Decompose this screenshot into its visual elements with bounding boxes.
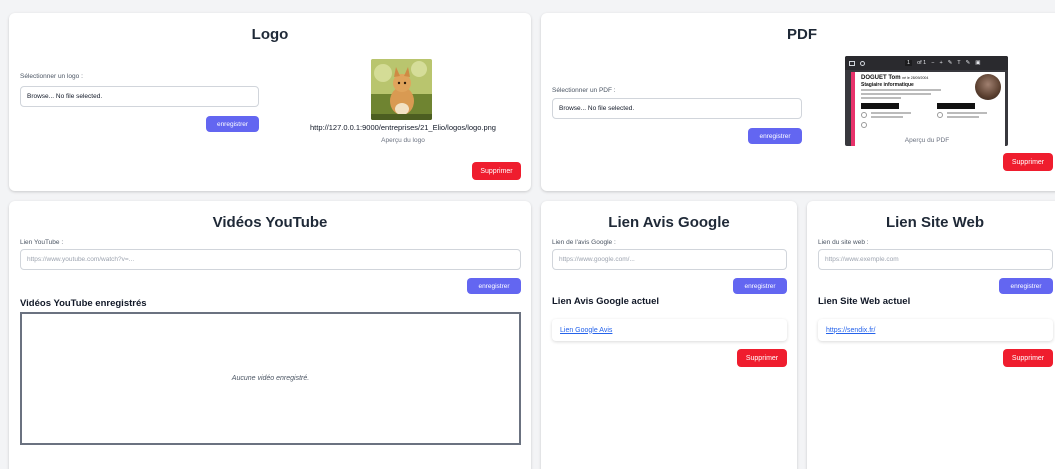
- website-link-label: Lien du site web :: [818, 239, 869, 246]
- google-current-heading: Lien Avis Google actuel: [552, 296, 659, 307]
- google-link-label: Lien de l'avis Google :: [552, 239, 616, 246]
- google-save-button[interactable]: enregistrer: [733, 278, 787, 294]
- pdf-card: PDF Sélectionner un PDF : Browse... No f…: [541, 13, 1055, 191]
- google-current-link-box: Lien Google Avis: [552, 319, 787, 341]
- youtube-save-button[interactable]: enregistrer: [467, 278, 521, 294]
- pdf-page: DOGUET Tom né le 28/09/2004 Stagiaire in…: [851, 72, 1005, 146]
- google-card-title: Lien Avis Google: [608, 214, 730, 231]
- google-delete-button[interactable]: Supprimer: [737, 349, 787, 367]
- logo-delete-button[interactable]: Supprimer: [472, 162, 521, 180]
- website-current-heading: Lien Site Web actuel: [818, 296, 911, 307]
- youtube-empty-text: Aucune vidéo enregistré.: [231, 375, 310, 382]
- youtube-link-label: Lien YouTube :: [20, 239, 64, 246]
- logo-preview-caption: Aperçu du logo: [381, 137, 425, 144]
- sidebar-toggle-icon[interactable]: [849, 60, 855, 66]
- youtube-card-title: Vidéos YouTube: [212, 214, 328, 231]
- logo-select-label: Sélectionner un logo :: [20, 73, 83, 80]
- search-icon[interactable]: [860, 60, 865, 66]
- pdf-doc-avatar: [975, 74, 1001, 100]
- youtube-video-list: Aucune vidéo enregistré.: [20, 312, 521, 445]
- logo-preview-image: [371, 59, 432, 120]
- google-review-card: Lien Avis Google Lien de l'avis Google :…: [541, 201, 797, 469]
- logo-path-text: http://127.0.0.1:9000/entreprises/21_Eli…: [310, 123, 496, 132]
- pdf-viewer-toolbar: 1 of 1 − + ✎ T ✎ ▣: [845, 56, 1008, 70]
- zoom-in-icon[interactable]: +: [939, 60, 942, 66]
- zoom-out-icon[interactable]: −: [931, 60, 934, 66]
- website-delete-button[interactable]: Supprimer: [1003, 349, 1053, 367]
- pdf-viewer[interactable]: 1 of 1 − + ✎ T ✎ ▣ DOGUET Tom né le 28/0…: [845, 56, 1008, 146]
- pdf-doc-role: Stagiaire informatique: [861, 82, 914, 88]
- pdf-page-total: of 1: [917, 60, 927, 66]
- pdf-delete-button[interactable]: Supprimer: [1003, 153, 1053, 171]
- pdf-save-button[interactable]: enregistrer: [748, 128, 802, 144]
- image-icon[interactable]: ▣: [975, 60, 980, 66]
- youtube-link-input[interactable]: https://www.youtube.com/watch?v=...: [20, 249, 521, 270]
- pdf-doc-born: né le 28/09/2004: [902, 76, 929, 80]
- pdf-preview-caption: Aperçu du PDF: [904, 137, 950, 144]
- highlight-icon[interactable]: ✎: [948, 60, 953, 66]
- website-current-link[interactable]: https://sendix.fr/: [826, 327, 875, 334]
- youtube-saved-heading: Vidéos YouTube enregistrés: [20, 298, 147, 309]
- pdf-doc-name: DOGUET Tom: [861, 75, 901, 81]
- logo-card: Logo Sélectionner un logo : Browse... No…: [9, 13, 531, 191]
- website-save-button[interactable]: enregistrer: [999, 278, 1053, 294]
- website-link-input[interactable]: https://www.exemple.com: [818, 249, 1053, 270]
- pdf-page-number[interactable]: 1: [905, 60, 913, 66]
- google-current-link[interactable]: Lien Google Avis: [560, 327, 612, 334]
- website-card-title: Lien Site Web: [885, 214, 985, 231]
- google-link-input[interactable]: https://www.google.com/...: [552, 249, 787, 270]
- logo-save-button[interactable]: enregistrer: [206, 116, 259, 132]
- youtube-card: Vidéos YouTube Lien YouTube : https://ww…: [9, 201, 531, 469]
- website-current-link-box: https://sendix.fr/: [818, 319, 1053, 341]
- text-icon[interactable]: T: [957, 60, 960, 66]
- draw-icon[interactable]: ✎: [966, 60, 971, 66]
- website-card: Lien Site Web Lien du site web : https:/…: [807, 201, 1055, 469]
- pdf-card-title: PDF: [787, 26, 817, 43]
- pdf-select-label: Sélectionner un PDF :: [552, 87, 616, 94]
- pdf-file-input[interactable]: Browse... No file selected.: [552, 98, 802, 119]
- logo-card-title: Logo: [251, 26, 289, 43]
- logo-file-input[interactable]: Browse... No file selected.: [20, 86, 259, 107]
